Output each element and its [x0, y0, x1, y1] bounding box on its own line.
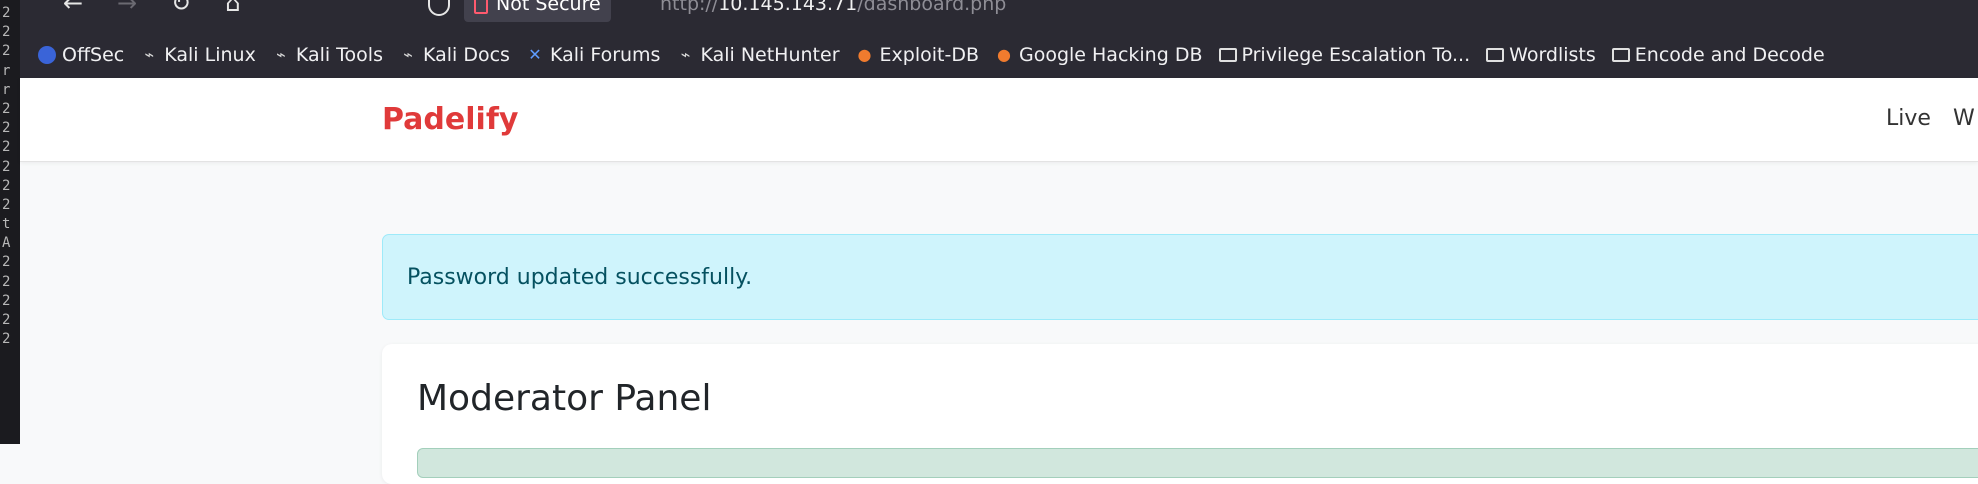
bookmark-label: Encode and Decode — [1634, 44, 1825, 66]
bookmark-kali-nethunter[interactable]: ⌁ Kali NetHunter — [676, 44, 840, 66]
site-header: Padelify Live W — [20, 78, 1978, 162]
bookmark-label: Kali Docs — [422, 44, 510, 66]
terminal-char: A — [2, 235, 11, 252]
bookmark-folder-encode-decode[interactable]: Encode and Decode — [1611, 44, 1825, 66]
site-nav: Live W — [1886, 106, 1975, 131]
bookmark-offsec[interactable]: OffSec — [38, 44, 124, 66]
terminal-char: 2 — [2, 24, 11, 41]
terminal-char: 2 — [2, 312, 11, 328]
home-button[interactable]: ⌂ — [218, 0, 248, 18]
bookmark-label: Kali Forums — [549, 44, 661, 66]
bookmark-label: Kali Tools — [295, 44, 383, 66]
terminal-background: 2 2 2 r r 2 2 2 2 2 2 t A 2 2 2 2 2 — [0, 0, 20, 444]
bookmark-label: Wordlists — [1509, 44, 1596, 66]
bookmark-folder-privesc[interactable]: Privilege Escalation To... — [1218, 44, 1471, 66]
browser-chrome: ← → ↻ ⌂ Not Secure http://10.145.143.71/… — [20, 0, 1978, 78]
bookmark-label: Google Hacking DB — [1018, 44, 1203, 66]
bookmark-kali-forums[interactable]: ✕ Kali Forums — [526, 44, 661, 66]
home-icon: ⌂ — [225, 0, 241, 17]
panel-success-strip — [417, 448, 1978, 478]
security-indicator[interactable]: Not Secure — [464, 0, 611, 22]
success-alert: Password updated successfully. — [382, 234, 1978, 320]
url-scheme: http:// — [660, 0, 719, 15]
kali-dragon-icon: ⌁ — [144, 45, 155, 64]
arrow-left-icon: ← — [62, 0, 84, 17]
forward-button[interactable]: → — [112, 0, 142, 18]
web-page: Padelify Live W Password updated success… — [20, 78, 1978, 484]
terminal-char: 2 — [2, 139, 11, 156]
address-bar[interactable]: http://10.145.143.71/dashboard.php — [660, 0, 1006, 20]
kali-dragon-icon: ⌁ — [680, 45, 691, 64]
terminal-char: 2 — [2, 331, 11, 348]
terminal-char: 2 — [2, 196, 11, 213]
bookmark-label: Privilege Escalation To... — [1241, 44, 1471, 66]
bookmark-label: Exploit-DB — [879, 44, 979, 66]
bookmark-exploit-db[interactable]: ● Exploit-DB — [856, 44, 979, 66]
panel-title: Moderator Panel — [417, 378, 712, 419]
browser-navbar: ← → ↻ ⌂ Not Secure http://10.145.143.71/… — [20, 0, 1978, 22]
terminal-char: 2 — [2, 254, 11, 271]
bookmarks-toolbar: OffSec ⌁ Kali Linux ⌁ Kali Tools ⌁ Kali … — [20, 36, 1978, 74]
kali-dragon-icon: ⌁ — [403, 45, 413, 64]
security-label: Not Secure — [496, 0, 601, 15]
terminal-char: r — [2, 62, 11, 79]
terminal-char: 2 — [2, 5, 11, 21]
folder-icon — [1218, 48, 1237, 62]
terminal-char: 2 — [2, 273, 11, 290]
url-path: /dashboard.php — [857, 0, 1007, 15]
reload-button[interactable]: ↻ — [166, 0, 196, 18]
terminal-char: 2 — [2, 120, 11, 137]
terminal-char: 2 — [2, 177, 11, 194]
nav-link-live[interactable]: Live — [1886, 106, 1931, 131]
terminal-char: r — [2, 81, 11, 98]
kali-dragon-icon: ⌁ — [275, 45, 286, 64]
bookmark-folder-wordlists[interactable]: Wordlists — [1486, 44, 1596, 66]
bookmark-google-hacking-db[interactable]: ● Google Hacking DB — [995, 44, 1203, 66]
moderator-panel-card: Moderator Panel — [382, 344, 1978, 484]
terminal-char: 2 — [2, 292, 11, 309]
insecure-lock-icon — [474, 0, 488, 14]
terminal-char: 2 — [2, 43, 11, 60]
bookmark-kali-tools[interactable]: ⌁ Kali Tools — [272, 44, 383, 66]
terminal-char: 2 — [2, 100, 11, 117]
reload-icon: ↻ — [170, 0, 192, 17]
back-button[interactable]: ← — [58, 0, 88, 18]
bookmark-label: Kali Linux — [164, 44, 256, 66]
arrow-right-icon: → — [116, 0, 138, 17]
exploit-db-icon: ● — [857, 45, 872, 64]
terminal-char: 2 — [2, 158, 11, 175]
bookmark-kali-linux[interactable]: ⌁ Kali Linux — [140, 44, 256, 66]
alert-message: Password updated successfully. — [407, 265, 753, 290]
bookmark-label: OffSec — [62, 44, 125, 66]
bookmark-kali-docs[interactable]: ⌁ Kali Docs — [399, 44, 510, 66]
site-brand-link[interactable]: Padelify — [382, 102, 518, 137]
offsec-icon — [38, 46, 56, 64]
url-host: 10.145.143.71 — [718, 0, 858, 15]
tracking-shield-icon[interactable] — [428, 0, 450, 16]
exploit-db-icon: ● — [997, 45, 1011, 64]
folder-icon — [1611, 48, 1630, 62]
folder-icon — [1486, 48, 1505, 62]
bookmark-label: Kali NetHunter — [700, 44, 840, 66]
kali-forums-icon: ✕ — [528, 45, 542, 64]
nav-link-partial[interactable]: W — [1953, 106, 1975, 131]
terminal-char: t — [2, 216, 11, 233]
